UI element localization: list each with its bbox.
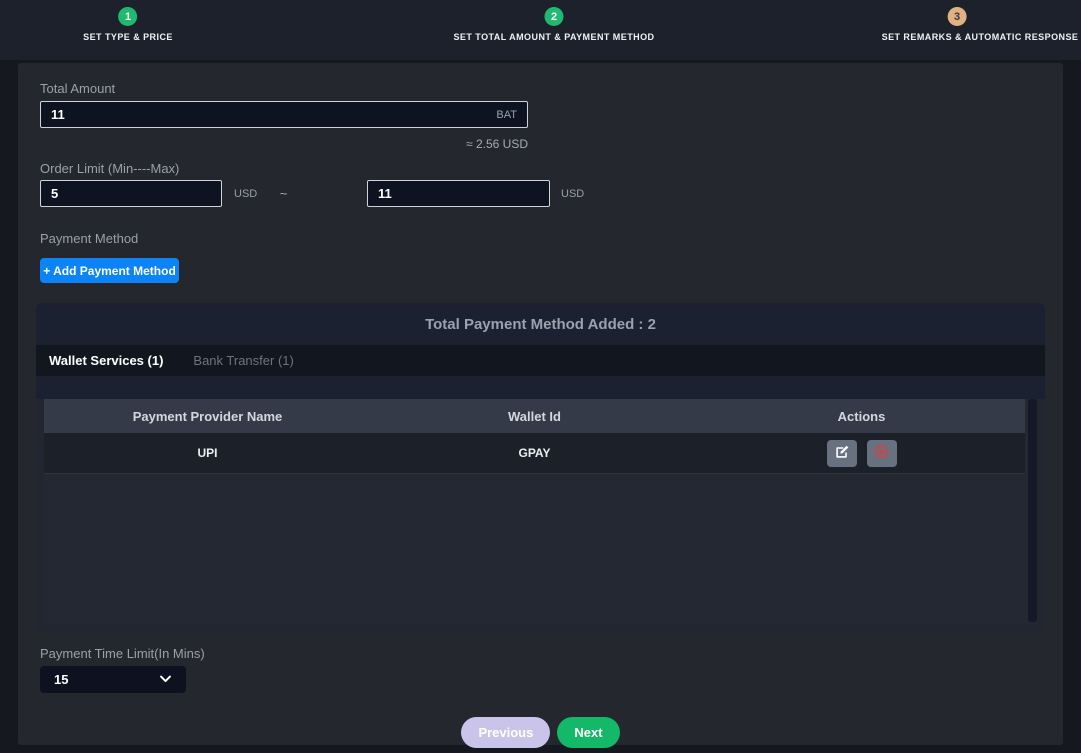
order-limit-min-input[interactable] — [51, 186, 226, 201]
payment-method-label: Payment Method — [40, 231, 1063, 246]
step-3-label: SET REMARKS & AUTOMATIC RESPONSE — [882, 32, 1079, 42]
payment-time-limit-value: 15 — [54, 672, 159, 687]
payment-methods-table: Payment Provider Name Wallet Id Actions … — [44, 399, 1037, 624]
step-set-type-price: 1 SET TYPE & PRICE — [83, 7, 173, 42]
payment-time-limit-label: Payment Time Limit(In Mins) — [40, 646, 1063, 661]
delete-payment-method-button[interactable] — [867, 440, 897, 467]
step-set-remarks: 3 SET REMARKS & AUTOMATIC RESPONSE — [859, 7, 1056, 42]
table-content: Payment Provider Name Wallet Id Actions … — [44, 399, 1025, 474]
step-set-total-amount: 2 SET TOTAL AMOUNT & PAYMENT METHOD — [453, 7, 654, 42]
order-limit-max-unit: USD — [561, 188, 584, 200]
panel-title: Total Payment Method Added : 2 — [36, 303, 1045, 345]
table-header-row: Payment Provider Name Wallet Id Actions — [44, 399, 1025, 433]
panel-spacer — [36, 376, 1045, 399]
cell-actions — [698, 440, 1025, 467]
tab-bank-transfer[interactable]: Bank Transfer (1) — [193, 353, 293, 368]
order-limit-max-input[interactable] — [378, 186, 553, 201]
chevron-down-icon — [159, 671, 172, 689]
step-1-label: SET TYPE & PRICE — [83, 32, 173, 42]
col-actions: Actions — [698, 409, 1025, 424]
payment-methods-panel: Total Payment Method Added : 2 Wallet Se… — [36, 303, 1045, 632]
order-limit-row: USD ~ USD — [18, 180, 1063, 207]
total-amount-label: Total Amount — [40, 81, 1063, 96]
step-1-badge: 1 — [119, 7, 138, 26]
step-2-badge: 2 — [545, 7, 564, 26]
panel-tabs: Wallet Services (1) Bank Transfer (1) — [36, 345, 1045, 376]
order-limit-separator: ~ — [222, 186, 345, 201]
stepper-bar: 1 SET TYPE & PRICE 2 SET TOTAL AMOUNT & … — [0, 0, 1081, 60]
order-limit-max-field: USD — [367, 180, 550, 207]
tab-wallet-services[interactable]: Wallet Services (1) — [49, 353, 163, 368]
order-limit-min-field: USD — [40, 180, 222, 207]
total-amount-input[interactable] — [51, 107, 488, 122]
cell-provider-name: UPI — [44, 446, 371, 460]
form-card: Total Amount BAT ≈ 2.56 USD Order Limit … — [18, 63, 1063, 745]
delete-circle-icon — [874, 444, 889, 462]
payment-time-limit-select[interactable]: 15 — [40, 666, 186, 693]
edit-payment-method-button[interactable] — [827, 440, 857, 467]
next-button[interactable]: Next — [557, 717, 619, 748]
table-scrollbar[interactable] — [1028, 399, 1037, 622]
footer-actions: Previous Next — [18, 717, 1063, 748]
add-payment-method-button[interactable]: + Add Payment Method — [40, 258, 179, 283]
edit-icon — [835, 445, 849, 462]
step-2-label: SET TOTAL AMOUNT & PAYMENT METHOD — [453, 32, 654, 42]
order-limit-label: Order Limit (Min----Max) — [40, 161, 1063, 176]
previous-button[interactable]: Previous — [461, 717, 550, 748]
total-amount-unit: BAT — [496, 109, 517, 121]
table-row: UPI GPAY — [44, 433, 1025, 474]
col-provider-name: Payment Provider Name — [44, 409, 371, 424]
step-3-badge: 3 — [948, 7, 967, 26]
col-wallet-id: Wallet Id — [371, 409, 698, 424]
total-amount-field: BAT — [40, 101, 528, 128]
approx-usd-value: ≈ 2.56 USD — [40, 137, 528, 151]
cell-wallet-id: GPAY — [371, 446, 698, 460]
